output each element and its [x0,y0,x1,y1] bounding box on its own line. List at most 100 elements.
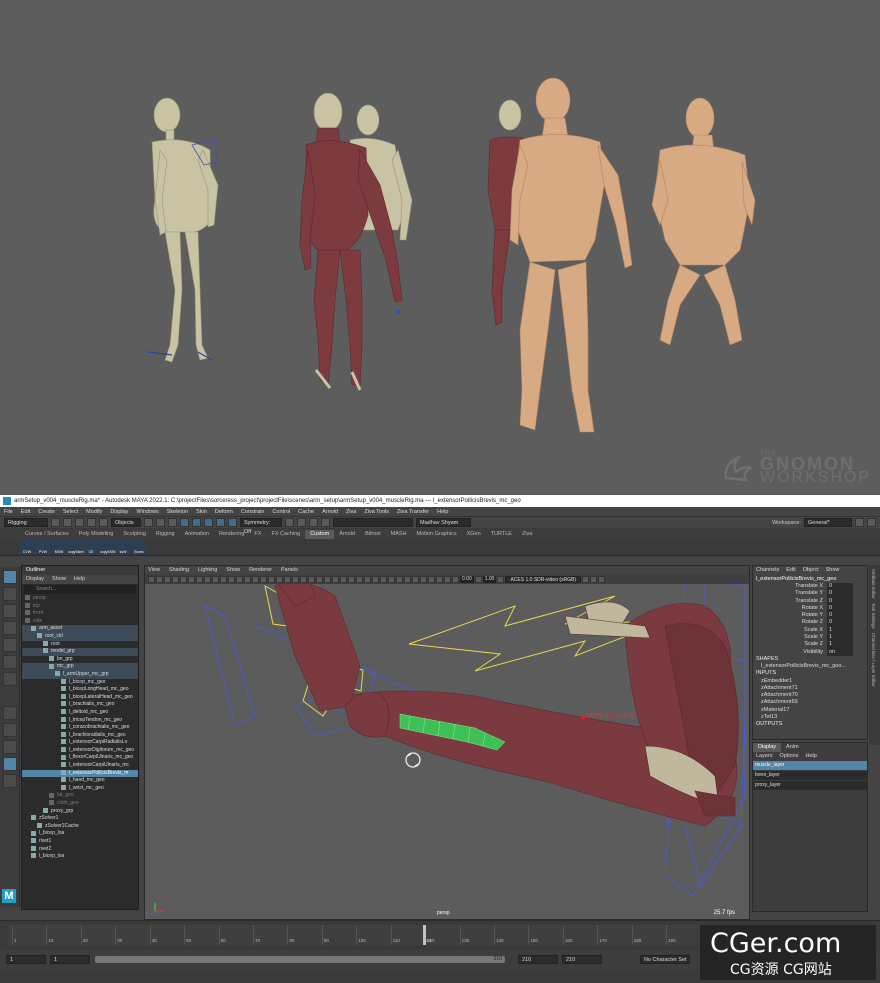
menu-display[interactable]: Display [110,509,128,515]
outliner-item[interactable]: side [22,618,138,626]
pick-mask-icon[interactable] [180,518,189,527]
shelf-button-msw[interactable]: MSW [52,540,66,554]
outliner-item[interactable]: front [22,610,138,618]
menu-create[interactable]: Create [38,509,55,515]
range-slider-bar[interactable]: 210 [95,956,505,963]
four-view-layout-icon[interactable] [3,723,17,737]
layer-tab-anim[interactable]: Anim [781,743,804,752]
channel-attr-value[interactable]: 1 [827,634,853,642]
side-tab-tool-settings[interactable]: Tool Settings [871,603,876,629]
channel-attr-value[interactable]: 1 [827,641,853,649]
viewport-tool-icon[interactable] [236,575,243,583]
input-node[interactable]: zEmbedder1 [753,678,867,685]
menu-arnold[interactable]: Arnold [322,509,338,515]
side-tab-channel-box-layer-editor[interactable]: Channel Box / Layer Editor [871,633,876,687]
new-scene-icon[interactable] [51,518,60,527]
channel-attr-scale-x[interactable]: Scale X 1 [753,626,867,635]
outliner-item[interactable]: root [22,641,138,649]
open-scene-icon[interactable] [63,518,72,527]
viewport-tool-icon[interactable] [316,575,323,583]
outliner-item[interactable]: mc_grp [22,663,138,671]
outliner-item[interactable]: l_bicepLateralHead_mc_geo [22,694,138,702]
channel-attr-scale-z[interactable]: Scale Z 1 [753,641,867,649]
shape-node[interactable]: l_extensorPollicisBrevis_mc_geo... [753,663,867,670]
channel-attr-visibility[interactable]: Visibility on [753,648,867,656]
shelf-button-copyskinweights[interactable]: copySkinWeights [68,540,95,554]
outliner-item[interactable]: l_extensorCarpiRadialisLo [22,739,138,747]
shelf-button-bores[interactable]: Bores [132,540,146,554]
toggle-panel-icon[interactable] [855,518,864,527]
outliner-item[interactable]: l_armUpper_mc_grp [22,670,138,679]
viewport-tool-icon[interactable] [284,575,291,583]
shelf-tab-sculpting[interactable]: Sculpting [118,530,151,539]
persp-outliner-layout-icon[interactable] [3,740,17,754]
outliner-item[interactable]: fat_geo [22,792,138,800]
channel-attr-value[interactable]: 0 [827,604,853,613]
outliner-item[interactable]: rivet2 [22,846,138,854]
outliner-item[interactable]: l_flexorCarpiUlnaris_mc_geo [22,754,138,762]
viewport-tool-icon[interactable] [228,575,235,583]
viewport-tool-icon[interactable] [300,575,307,583]
paint-select-icon[interactable] [3,604,17,618]
outliner-item[interactable]: zSolver1Cache [22,823,138,831]
viewport-field-exposure[interactable]: 0.00 [460,575,474,583]
input-node[interactable]: zMaterial17 [753,707,867,714]
viewport-tool-icon[interactable] [412,575,419,583]
viewport-menu-show[interactable]: Show [226,567,240,573]
viewport-tool-icon[interactable] [252,575,259,583]
layer-tab-display[interactable]: Display [753,743,782,752]
colorspace-dropdown[interactable]: ACES 1.0 SDR-video (sRGB) [505,575,582,583]
shelf-tab-bifrost[interactable]: Bifrost [360,530,386,539]
input-node[interactable]: zAttachment69 [753,699,867,706]
channel-attr-value[interactable]: 0 [827,597,853,605]
menu-ziva[interactable]: Ziva [346,509,356,515]
channel-attr-value[interactable]: 0 [827,590,853,598]
lasso-tool-icon[interactable] [3,587,17,601]
viewport-tool-icon[interactable] [324,575,331,583]
select-hierarchy-icon[interactable] [144,518,153,527]
viewport-tool-icon[interactable] [436,575,443,583]
outliner-item[interactable]: l_brachioradialis_mc_geo [22,732,138,740]
character-set-dropdown[interactable]: No Character Set [640,955,690,964]
channel-attr-value[interactable]: 1 [827,626,853,635]
save-scene-icon[interactable] [75,518,84,527]
outliner-item[interactable]: l_coracobrachialis_mc_geo [22,724,138,732]
redo-icon[interactable] [99,518,108,527]
channel-menu-object[interactable]: Object [803,567,819,573]
outliner-item[interactable]: l_hand_mc_geo [22,777,138,785]
viewport-tool-icon[interactable] [420,575,427,583]
outliner-item[interactable]: l_brachialis_mc_geo [22,701,138,709]
input-node[interactable]: zTet13 [753,714,867,721]
outliner-item[interactable]: l_bicep_mc_geo [22,679,138,687]
outliner-item[interactable]: l_deltoid_mc_geo [22,709,138,717]
outliner-layout-icon[interactable] [3,757,17,771]
snap-grid-icon[interactable] [192,518,201,527]
layer-menu-help[interactable]: Help [805,753,816,759]
shelf-tab-fx-caching[interactable]: FX Caching [266,530,305,539]
outliner-item[interactable]: l_wrist_mc_geo [22,785,138,793]
shelf-button-pvw[interactable]: PVW [36,540,50,554]
shelf-tab-fx[interactable]: FX [249,530,266,539]
outliner-item[interactable]: persp [22,595,138,603]
shelf-tab-animation[interactable]: Animation [180,530,214,539]
menu-ziva-tools[interactable]: Ziva Tools [364,509,389,515]
outliner-item[interactable]: l_bicep_loa [22,853,138,861]
channel-attr-rotate-y[interactable]: Rotate Y 0 [753,612,867,620]
viewport-tool-icon[interactable] [188,575,195,583]
viewport-field-gamma[interactable]: 1.00 [482,575,497,583]
symmetry-dropdown[interactable]: Symmetry: Off [240,518,282,535]
menu-skeleton[interactable]: Skeleton [167,509,188,515]
playback-end-field[interactable]: 210 [518,955,558,964]
menu-constrain[interactable]: Constrain [241,509,265,515]
outliner-item[interactable]: l_extensorDigitorum_mc_geo [22,747,138,755]
shelf-tab-custom[interactable]: Custom [305,530,335,539]
viewport-tool-icon[interactable] [204,575,211,583]
viewport-tool-icon[interactable] [452,575,459,583]
viewport-tool-icon[interactable] [180,575,187,583]
outliner-item[interactable]: model_grp [22,648,138,656]
outliner-item[interactable]: cloth_geo [22,800,138,808]
viewport-tool-icon[interactable] [156,575,163,583]
last-tool-icon[interactable] [3,672,17,686]
render-icon[interactable] [285,518,294,527]
menu-file[interactable]: File [4,509,13,515]
